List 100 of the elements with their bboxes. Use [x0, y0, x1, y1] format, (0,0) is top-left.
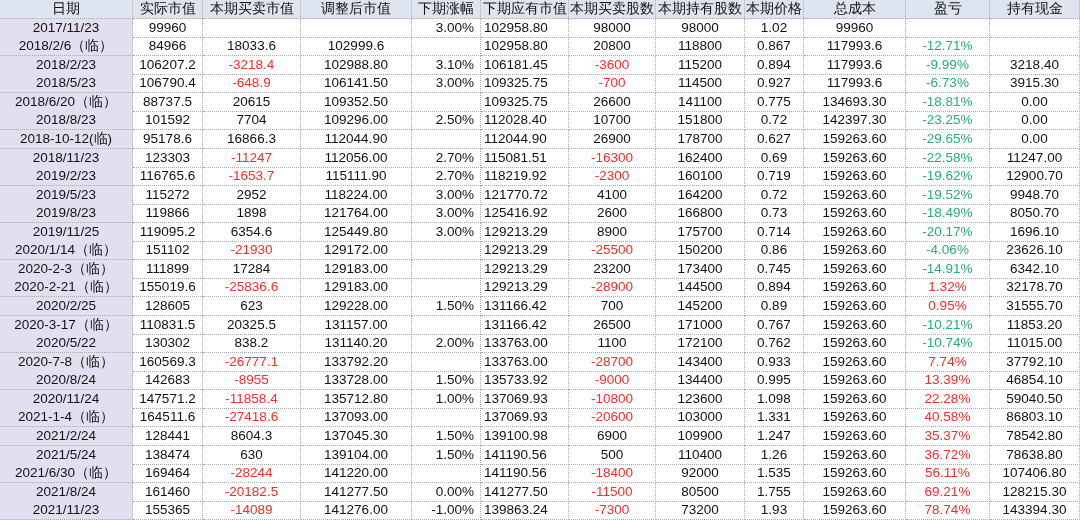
column-header: 下期涨幅 [412, 0, 481, 19]
table-cell: 92000 [656, 464, 745, 484]
column-header: 调整后市值 [301, 0, 412, 19]
table-cell: 6354.6 [203, 222, 301, 242]
table-cell: 123600 [656, 389, 745, 409]
table-cell: 159263.60 [804, 278, 906, 298]
table-cell: 133728.00 [301, 371, 412, 391]
table-cell: 129183.00 [301, 259, 412, 279]
table-cell: 112044.90 [481, 129, 569, 149]
table-cell: 117993.6 [804, 37, 906, 57]
table-cell: -19.52% [906, 185, 990, 205]
table-cell: 6900 [569, 426, 656, 446]
table-cell: 1696.10 [990, 222, 1080, 242]
table-cell: -20182.5 [203, 482, 301, 502]
table-cell: 102988.80 [301, 55, 412, 75]
table-cell: 31555.70 [990, 297, 1080, 316]
table-cell: 109352.50 [301, 92, 412, 112]
table-cell: 2020/5/22 [0, 334, 133, 354]
table-cell: 121770.72 [481, 185, 569, 205]
table-cell: 3.00% [412, 204, 481, 224]
table-cell: 56.11% [906, 464, 990, 484]
table-cell: 112028.40 [481, 111, 569, 131]
table-cell: 118219.92 [481, 167, 569, 187]
table-cell: 1.50% [412, 371, 481, 391]
table-cell: 98000 [656, 18, 745, 38]
table-cell: 8900 [569, 222, 656, 242]
table-cell: 2019/2/23 [0, 167, 133, 187]
table-cell: -4.06% [906, 241, 990, 261]
table-cell: 129228.00 [301, 297, 412, 316]
table-cell: 1.32% [906, 278, 990, 298]
table-cell: 2020/2/25 [0, 297, 133, 316]
table-cell: 159263.60 [804, 426, 906, 446]
table-cell: 162400 [656, 148, 745, 168]
table-cell: 3915.30 [990, 74, 1080, 94]
table-cell: 3.00% [412, 18, 481, 38]
table-cell: 159263.60 [804, 389, 906, 409]
table-cell: -2300 [569, 167, 656, 187]
table-cell: 159263.60 [804, 129, 906, 149]
table-cell: 1.50% [412, 445, 481, 465]
table-cell: 20615 [203, 92, 301, 112]
table-cell: 0.933 [745, 352, 804, 372]
table-cell: 155019.6 [133, 278, 203, 298]
table-cell: 1.50% [412, 297, 481, 316]
table-cell: 159263.60 [804, 259, 906, 279]
table-cell: 106141.50 [301, 74, 412, 94]
table-cell: 109296.00 [301, 111, 412, 131]
empty-cell [412, 259, 481, 279]
table-cell: 109325.75 [481, 74, 569, 94]
table-cell: -1.00% [412, 501, 481, 520]
table-cell: 164200 [656, 185, 745, 205]
table-cell: 0.775 [745, 92, 804, 112]
table-cell: 102958.80 [481, 37, 569, 57]
table-cell: 141277.50 [301, 482, 412, 502]
empty-cell [412, 37, 481, 57]
table-cell: 13.39% [906, 371, 990, 391]
empty-cell [412, 464, 481, 484]
table-cell: 9948.70 [990, 185, 1080, 205]
table-cell: 159263.60 [804, 334, 906, 354]
table-cell: 78.74% [906, 501, 990, 520]
table-cell: 164511.6 [133, 408, 203, 428]
table-cell: -11247 [203, 148, 301, 168]
table-cell: 86803.10 [990, 408, 1080, 428]
table-cell: 129183.00 [301, 278, 412, 298]
table-cell: 139863.24 [481, 501, 569, 520]
table-cell: 26900 [569, 129, 656, 149]
table-cell: 106207.2 [133, 55, 203, 75]
table-cell: 0.894 [745, 55, 804, 75]
table-cell: -28900 [569, 278, 656, 298]
table-cell: 10700 [569, 111, 656, 131]
table-cell: 3.00% [412, 185, 481, 205]
column-header: 本期价格 [745, 0, 804, 19]
table-cell: 159263.60 [804, 167, 906, 187]
column-header: 本期持有股数 [656, 0, 745, 19]
table-cell: 159263.60 [804, 204, 906, 224]
table-cell: 69.21% [906, 482, 990, 502]
table-cell: 1.331 [745, 408, 804, 428]
table-cell: 98000 [569, 18, 656, 38]
table-cell: 11015.00 [990, 334, 1080, 354]
table-cell: 1.247 [745, 426, 804, 446]
table-cell: 143400 [656, 352, 745, 372]
table-cell: -18.49% [906, 204, 990, 224]
table-cell: 40.58% [906, 408, 990, 428]
table-cell: 115081.51 [481, 148, 569, 168]
table-cell: 159263.60 [804, 371, 906, 391]
table-cell: 103000 [656, 408, 745, 428]
table-cell: 166800 [656, 204, 745, 224]
table-cell: 106790.4 [133, 74, 203, 94]
table-cell: -6.73% [906, 74, 990, 94]
table-cell: 0.72 [745, 185, 804, 205]
table-cell: -8955 [203, 371, 301, 391]
table-cell: 2020-2-21（临） [0, 278, 133, 298]
table-cell: 145200 [656, 297, 745, 316]
column-header: 本期买卖市值 [203, 0, 301, 19]
table-cell: 159263.60 [804, 352, 906, 372]
table-cell: 2952 [203, 185, 301, 205]
table-cell: 32178.70 [990, 278, 1080, 298]
table-cell: 1100 [569, 334, 656, 354]
table-cell: 500 [569, 445, 656, 465]
table-cell: 131157.00 [301, 315, 412, 335]
table-cell: 59040.50 [990, 389, 1080, 409]
